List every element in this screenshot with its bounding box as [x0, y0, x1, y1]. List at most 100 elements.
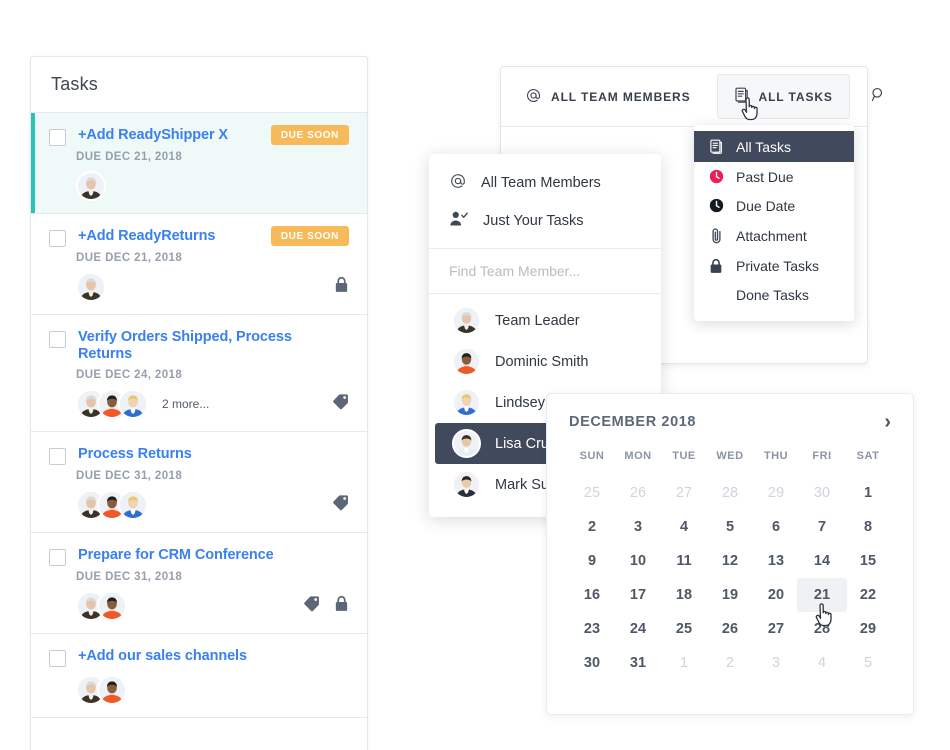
- calendar-day[interactable]: 2: [569, 510, 615, 544]
- task-row[interactable]: +Add our sales channels: [31, 634, 367, 718]
- menu-item-private-tasks[interactable]: Private Tasks: [694, 251, 854, 281]
- calendar-day[interactable]: 25: [661, 612, 707, 646]
- calendar-day[interactable]: 15: [845, 544, 891, 578]
- all-tasks-filter-button[interactable]: ALL TASKS: [716, 74, 850, 119]
- menu-item-label: All Team Members: [481, 175, 601, 191]
- menu-item-all-team-members[interactable]: All Team Members: [429, 164, 661, 202]
- task-title[interactable]: +Add our sales channels: [78, 648, 349, 665]
- calendar-day[interactable]: 4: [661, 510, 707, 544]
- assignee-avatars[interactable]: [76, 489, 148, 520]
- menu-item-label: Private Tasks: [736, 258, 819, 274]
- task-title[interactable]: Process Returns: [78, 446, 349, 463]
- task-title[interactable]: Prepare for CRM Conference: [78, 547, 349, 564]
- calendar-day[interactable]: 30: [799, 476, 845, 510]
- team-members-options: All Team Members Just Your Tasks: [429, 154, 661, 249]
- calendar-day[interactable]: 28: [799, 612, 845, 646]
- assignee-avatars[interactable]: [76, 674, 127, 705]
- assignee-avatars[interactable]: [76, 590, 127, 621]
- task-row[interactable]: +Add ReadyShipper X DUE SOON DUE DEC 21,…: [31, 113, 367, 214]
- task-due-date: DUE DEC 24, 2018: [76, 368, 183, 381]
- calendar-day[interactable]: 5: [845, 646, 891, 680]
- calendar-day[interactable]: 27: [661, 476, 707, 510]
- all-team-members-filter-button[interactable]: ALL TEAM MEMBERS: [525, 87, 691, 107]
- calendar-day[interactable]: 24: [615, 612, 661, 646]
- task-due-date: DUE DEC 31, 2018: [76, 469, 183, 482]
- clock-red-icon: [708, 169, 724, 184]
- calendar-day[interactable]: 9: [569, 544, 615, 578]
- calendar-day[interactable]: 7: [799, 510, 845, 544]
- avatar: [76, 272, 106, 302]
- task-checkbox[interactable]: [49, 447, 66, 465]
- calendar-day[interactable]: 1: [661, 646, 707, 680]
- calendar-day[interactable]: 6: [753, 510, 799, 544]
- tasks-filter-dropdown: All Tasks Past Due Due Date Attachment P…: [694, 125, 854, 321]
- calendar-day[interactable]: 16: [569, 578, 615, 612]
- calendar-day[interactable]: 29: [753, 476, 799, 510]
- calendar-day-label: 21: [797, 578, 847, 612]
- menu-item-attachment[interactable]: Attachment: [694, 220, 854, 251]
- task-checkbox[interactable]: [49, 230, 66, 247]
- tag-icon[interactable]: [332, 494, 349, 516]
- tag-icon[interactable]: [303, 595, 320, 617]
- calendar-day[interactable]: 29: [845, 612, 891, 646]
- search-button[interactable]: [870, 86, 887, 108]
- calendar-day[interactable]: 17: [615, 578, 661, 612]
- more-assignees-label[interactable]: 2 more...: [162, 397, 209, 411]
- calendar-day[interactable]: 26: [707, 612, 753, 646]
- calendar-day[interactable]: 10: [615, 544, 661, 578]
- calendar-day[interactable]: 4: [799, 646, 845, 680]
- calendar-day[interactable]: 5: [707, 510, 753, 544]
- avatar: [76, 171, 106, 201]
- calendar-day[interactable]: 3: [753, 646, 799, 680]
- task-title[interactable]: +Add ReadyShipper X: [78, 127, 263, 144]
- assignee-avatars[interactable]: [76, 171, 106, 201]
- list-item-dominic-smith[interactable]: Dominic Smith: [435, 341, 655, 382]
- task-row[interactable]: Prepare for CRM Conference DUE DEC 31, 2…: [31, 533, 367, 634]
- task-checkbox[interactable]: [49, 129, 66, 146]
- assignee-avatars[interactable]: [76, 388, 148, 419]
- calendar-day[interactable]: 25: [569, 476, 615, 510]
- menu-item-just-your-tasks[interactable]: Just Your Tasks: [429, 202, 661, 240]
- calendar-day[interactable]: 12: [707, 544, 753, 578]
- calendar-day[interactable]: 1: [845, 476, 891, 510]
- calendar-day[interactable]: 23: [569, 612, 615, 646]
- clock-dark-icon: [708, 198, 724, 213]
- calendar-day[interactable]: 26: [615, 476, 661, 510]
- find-team-member-input[interactable]: Find Team Member...: [429, 249, 661, 294]
- calendar-day[interactable]: 22: [845, 578, 891, 612]
- calendar-day[interactable]: 27: [753, 612, 799, 646]
- list-item-team-leader[interactable]: Team Leader: [435, 300, 655, 341]
- calendar-day[interactable]: 30: [569, 646, 615, 680]
- task-title[interactable]: +Add ReadyReturns: [78, 228, 263, 245]
- calendar-day[interactable]: 13: [753, 544, 799, 578]
- task-checkbox[interactable]: [49, 548, 66, 566]
- lock-icon[interactable]: [334, 276, 349, 298]
- all-tasks-filter-label: ALL TASKS: [758, 89, 833, 104]
- task-row[interactable]: +Add ReadyReturns DUE SOON DUE DEC 21, 2…: [31, 214, 367, 315]
- calendar-next-month-button[interactable]: ›: [884, 412, 891, 432]
- calendar-day[interactable]: 2: [707, 646, 753, 680]
- calendar-day[interactable]: 31: [615, 646, 661, 680]
- menu-item-past-due[interactable]: Past Due: [694, 162, 854, 191]
- task-checkbox[interactable]: [49, 331, 66, 348]
- calendar-day[interactable]: 18: [661, 578, 707, 612]
- calendar-header: DECEMBER 2018 ›: [569, 412, 891, 432]
- calendar-day[interactable]: 19: [707, 578, 753, 612]
- task-checkbox[interactable]: [49, 649, 66, 667]
- menu-item-all-tasks[interactable]: All Tasks: [694, 131, 854, 162]
- menu-item-done-tasks[interactable]: Done Tasks: [694, 281, 854, 309]
- task-row[interactable]: Process Returns DUE DEC 31, 2018: [31, 432, 367, 533]
- calendar-day[interactable]: 28: [707, 476, 753, 510]
- assignee-avatars[interactable]: [76, 272, 106, 302]
- calendar-day[interactable]: 20: [753, 578, 799, 612]
- tag-icon[interactable]: [332, 393, 349, 415]
- calendar-day[interactable]: 11: [661, 544, 707, 578]
- calendar-day[interactable]: 21: [797, 578, 847, 612]
- calendar-day[interactable]: 8: [845, 510, 891, 544]
- menu-item-due-date[interactable]: Due Date: [694, 191, 854, 220]
- task-row[interactable]: Verify Orders Shipped, Process Returns D…: [31, 315, 367, 432]
- lock-icon[interactable]: [334, 595, 349, 617]
- task-title[interactable]: Verify Orders Shipped, Process Returns: [78, 329, 349, 364]
- calendar-day[interactable]: 3: [615, 510, 661, 544]
- calendar-day[interactable]: 14: [799, 544, 845, 578]
